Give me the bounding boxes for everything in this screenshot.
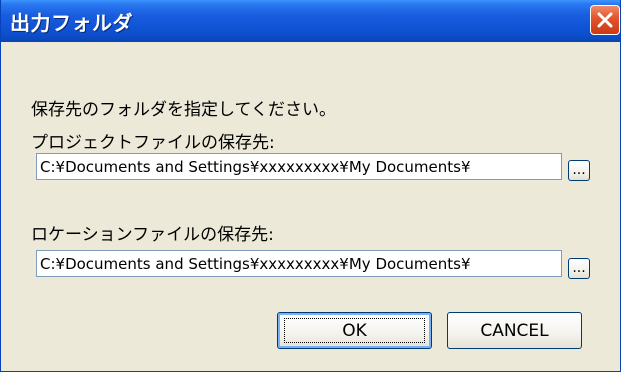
- window-title: 出力フォルダ: [10, 11, 133, 35]
- project-path-field[interactable]: C:¥Documents and Settings¥xxxxxxxxx¥My D…: [36, 153, 562, 180]
- close-button[interactable]: [590, 5, 620, 35]
- close-icon: [596, 11, 614, 29]
- cancel-button[interactable]: CANCEL: [447, 312, 582, 349]
- dialog-window: 出力フォルダ 保存先のフォルダを指定してください。 プロジェクトファイルの保存先…: [0, 0, 621, 372]
- location-browse-button[interactable]: ...: [568, 258, 590, 279]
- project-save-label: プロジェクトファイルの保存先:: [31, 133, 275, 153]
- location-path-field[interactable]: C:¥Documents and Settings¥xxxxxxxxx¥My D…: [36, 250, 562, 277]
- title-bar[interactable]: 出力フォルダ: [1, 0, 620, 42]
- cancel-button-label: CANCEL: [480, 320, 549, 341]
- instruction-text: 保存先のフォルダを指定してください。: [31, 100, 336, 120]
- ok-button-label: OK: [342, 320, 367, 341]
- project-browse-button[interactable]: ...: [568, 160, 590, 181]
- location-save-label: ロケーションファイルの保存先:: [31, 225, 274, 245]
- ok-button[interactable]: OK: [277, 312, 432, 349]
